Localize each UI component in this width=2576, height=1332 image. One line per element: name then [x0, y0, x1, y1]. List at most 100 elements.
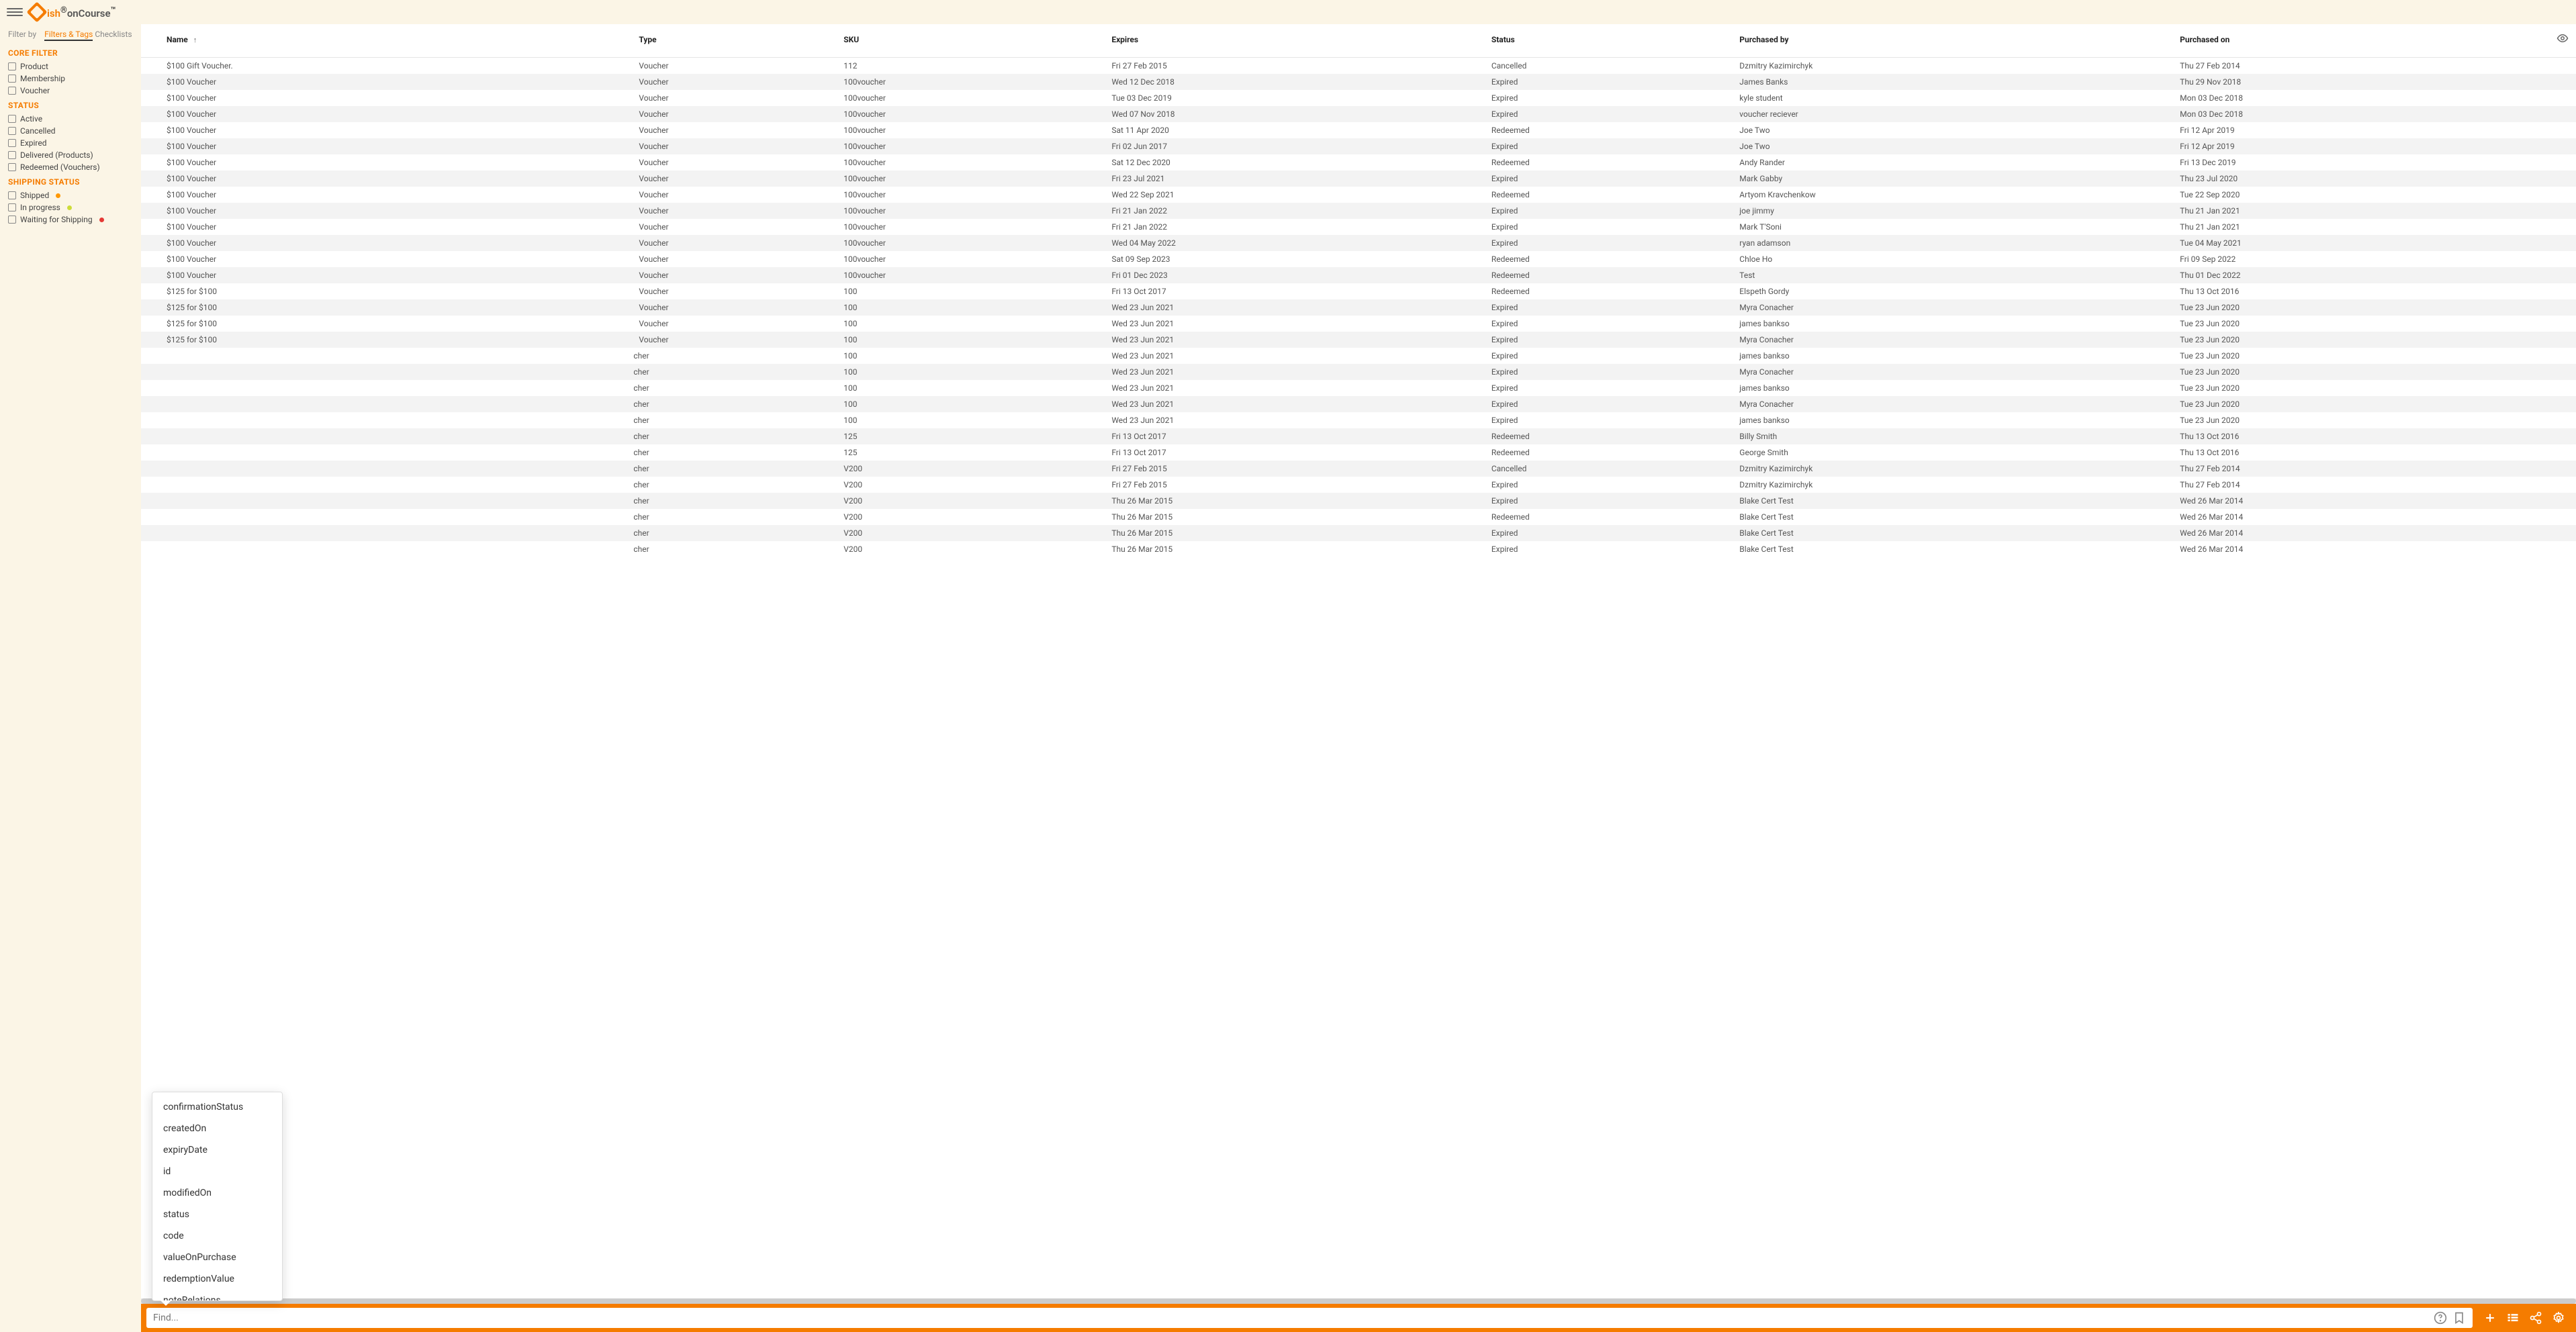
column-header-name[interactable]: Name↑ — [141, 24, 633, 58]
table-row[interactable]: cher125Fri 13 Oct 2017RedeemedBilly Smit… — [141, 428, 2576, 444]
table-row[interactable]: $100 VoucherVoucher100voucherSat 09 Sep … — [141, 251, 2576, 267]
table-row[interactable]: $100 VoucherVoucher100voucherWed 12 Dec … — [141, 74, 2576, 90]
table-row[interactable]: $100 VoucherVoucher100voucherFri 21 Jan … — [141, 219, 2576, 235]
table-row[interactable]: $100 VoucherVoucher100voucherSat 12 Dec … — [141, 154, 2576, 171]
table-row[interactable]: cherV200Fri 27 Feb 2015CancelledDzmitry … — [141, 461, 2576, 477]
column-header-sku[interactable]: SKU — [838, 24, 1106, 58]
filter-checkbox-expired[interactable]: Expired — [8, 138, 133, 148]
autocomplete-item[interactable]: status — [152, 1204, 282, 1225]
column-header-purchased-on[interactable]: Purchased on — [2174, 24, 2549, 58]
visibility-icon[interactable] — [2557, 32, 2569, 44]
search-input[interactable] — [153, 1313, 2434, 1323]
table-row[interactable]: $100 VoucherVoucher100voucherWed 22 Sep … — [141, 187, 2576, 203]
filter-checkbox-shipped[interactable]: Shipped — [8, 191, 133, 200]
filter-tabs: Filter by Filters & Tags Checklists — [8, 30, 133, 39]
add-icon[interactable] — [2483, 1311, 2497, 1325]
gear-icon[interactable] — [2552, 1311, 2565, 1325]
filter-checkbox-voucher[interactable]: Voucher — [8, 86, 133, 95]
table-row[interactable]: cher100Wed 23 Jun 2021Expiredjames banks… — [141, 412, 2576, 428]
cell: Wed 26 Mar 2014 — [2174, 525, 2549, 541]
autocomplete-item[interactable]: createdOn — [152, 1118, 282, 1139]
filter-label: Redeemed (Vouchers) — [20, 162, 100, 172]
cell: Expired — [1486, 493, 1734, 509]
column-header-expires[interactable]: Expires — [1106, 24, 1486, 58]
table-row[interactable]: $100 VoucherVoucher100voucherWed 04 May … — [141, 235, 2576, 251]
cell: Blake Cert Test — [1734, 509, 2174, 525]
filter-checkbox-redeemed-vouchers-[interactable]: Redeemed (Vouchers) — [8, 162, 133, 172]
table-row[interactable]: cherV200Thu 26 Mar 2015RedeemedBlake Cer… — [141, 509, 2576, 525]
bottom-bar — [141, 1304, 2576, 1332]
filter-checkbox-in-progress[interactable]: In progress — [8, 203, 133, 212]
autocomplete-item[interactable]: confirmationStatus — [152, 1096, 282, 1118]
table-row[interactable]: cher125Fri 13 Oct 2017RedeemedGeorge Smi… — [141, 444, 2576, 461]
filter-checkbox-waiting-for-shipping[interactable]: Waiting for Shipping — [8, 215, 133, 224]
search-box[interactable] — [146, 1308, 2473, 1328]
tab-filters-tags[interactable]: Filters & Tags — [44, 30, 93, 41]
column-visibility[interactable] — [2549, 24, 2576, 58]
cell: 100voucher — [838, 203, 1106, 219]
autocomplete-item[interactable]: id — [152, 1161, 282, 1182]
cell: Expired — [1486, 396, 1734, 412]
table-row[interactable]: cher100Wed 23 Jun 2021ExpiredMyra Conach… — [141, 364, 2576, 380]
filter-checkbox-membership[interactable]: Membership — [8, 74, 133, 83]
cell: 100 — [838, 283, 1106, 299]
cell: Tue 23 Jun 2020 — [2174, 364, 2549, 380]
menu-button[interactable] — [7, 4, 23, 20]
table-row[interactable]: cherV200Thu 26 Mar 2015ExpiredBlake Cert… — [141, 525, 2576, 541]
help-icon[interactable] — [2434, 1311, 2447, 1325]
autocomplete-item[interactable]: expiryDate — [152, 1139, 282, 1161]
table-row[interactable]: $100 VoucherVoucher100voucherSat 11 Apr … — [141, 122, 2576, 138]
cell: Expired — [1486, 171, 1734, 187]
column-header-type[interactable]: Type — [633, 24, 838, 58]
cell: Voucher — [633, 74, 838, 90]
column-header-purchased-by[interactable]: Purchased by — [1734, 24, 2174, 58]
table-row[interactable]: $100 VoucherVoucher100voucherFri 01 Dec … — [141, 267, 2576, 283]
column-header-status[interactable]: Status — [1486, 24, 1734, 58]
table-row[interactable]: $100 VoucherVoucher100voucherTue 03 Dec … — [141, 90, 2576, 106]
cell: Expired — [1486, 106, 1734, 122]
table-row[interactable]: cher100Wed 23 Jun 2021ExpiredMyra Conach… — [141, 396, 2576, 412]
table-row[interactable]: cherV200Thu 26 Mar 2015ExpiredBlake Cert… — [141, 493, 2576, 509]
cell — [141, 444, 633, 461]
table-scroll[interactable]: Name↑TypeSKUExpiresStatusPurchased byPur… — [141, 24, 2576, 1298]
cell: $100 Voucher — [141, 267, 633, 283]
autocomplete-item[interactable]: noteRelations — [152, 1290, 282, 1300]
bookmark-icon[interactable] — [2452, 1311, 2466, 1325]
filter-checkbox-product[interactable]: Product — [8, 62, 133, 71]
table-row[interactable]: cher100Wed 23 Jun 2021Expiredjames banks… — [141, 348, 2576, 364]
filter-checkbox-delivered-products-[interactable]: Delivered (Products) — [8, 150, 133, 160]
table-row[interactable]: cherV200Fri 27 Feb 2015ExpiredDzmitry Ka… — [141, 477, 2576, 493]
autocomplete-item[interactable]: modifiedOn — [152, 1182, 282, 1204]
cell: $100 Voucher — [141, 138, 633, 154]
share-icon[interactable] — [2529, 1311, 2542, 1325]
table-row[interactable]: cher100Wed 23 Jun 2021Expiredjames banks… — [141, 380, 2576, 396]
autocomplete-item[interactable]: valueOnPurchase — [152, 1247, 282, 1268]
cell: Blake Cert Test — [1734, 525, 2174, 541]
autocomplete-item[interactable]: redemptionValue — [152, 1268, 282, 1290]
cell: Tue 22 Sep 2020 — [2174, 187, 2549, 203]
table-row[interactable]: cherV200Thu 26 Mar 2015ExpiredBlake Cert… — [141, 541, 2576, 557]
table-row[interactable]: $100 VoucherVoucher100voucherFri 21 Jan … — [141, 203, 2576, 219]
autocomplete-item[interactable]: code — [152, 1225, 282, 1247]
horizontal-scrollbar[interactable] — [141, 1298, 2576, 1304]
popup-list[interactable]: confirmationStatuscreatedOnexpiryDateidm… — [152, 1092, 282, 1300]
table-row[interactable]: $100 Gift Voucher.Voucher112Fri 27 Feb 2… — [141, 58, 2576, 75]
tab-checklists[interactable]: Checklists — [95, 30, 132, 39]
table-row[interactable]: $125 for $100Voucher100Wed 23 Jun 2021Ex… — [141, 316, 2576, 332]
filter-checkbox-active[interactable]: Active — [8, 114, 133, 124]
table-row[interactable]: $100 VoucherVoucher100voucherFri 23 Jul … — [141, 171, 2576, 187]
sidebar: Filter by Filters & Tags Checklists CORE… — [0, 24, 141, 1332]
view-toggle-icon[interactable] — [2506, 1311, 2520, 1325]
table-row[interactable]: $100 VoucherVoucher100voucherFri 02 Jun … — [141, 138, 2576, 154]
table-row[interactable]: $125 for $100Voucher100Wed 23 Jun 2021Ex… — [141, 332, 2576, 348]
cell: Thu 26 Mar 2015 — [1106, 541, 1486, 557]
table-row[interactable]: $125 for $100Voucher100Fri 13 Oct 2017Re… — [141, 283, 2576, 299]
cell: $100 Voucher — [141, 235, 633, 251]
cell: Myra Conacher — [1734, 364, 2174, 380]
filter-checkbox-cancelled[interactable]: Cancelled — [8, 126, 133, 136]
table-row[interactable]: $100 VoucherVoucher100voucherWed 07 Nov … — [141, 106, 2576, 122]
cell: Thu 23 Jul 2020 — [2174, 171, 2549, 187]
cell: 125 — [838, 428, 1106, 444]
top-header: ish®onCourse™ — [0, 0, 2576, 24]
table-row[interactable]: $125 for $100Voucher100Wed 23 Jun 2021Ex… — [141, 299, 2576, 316]
